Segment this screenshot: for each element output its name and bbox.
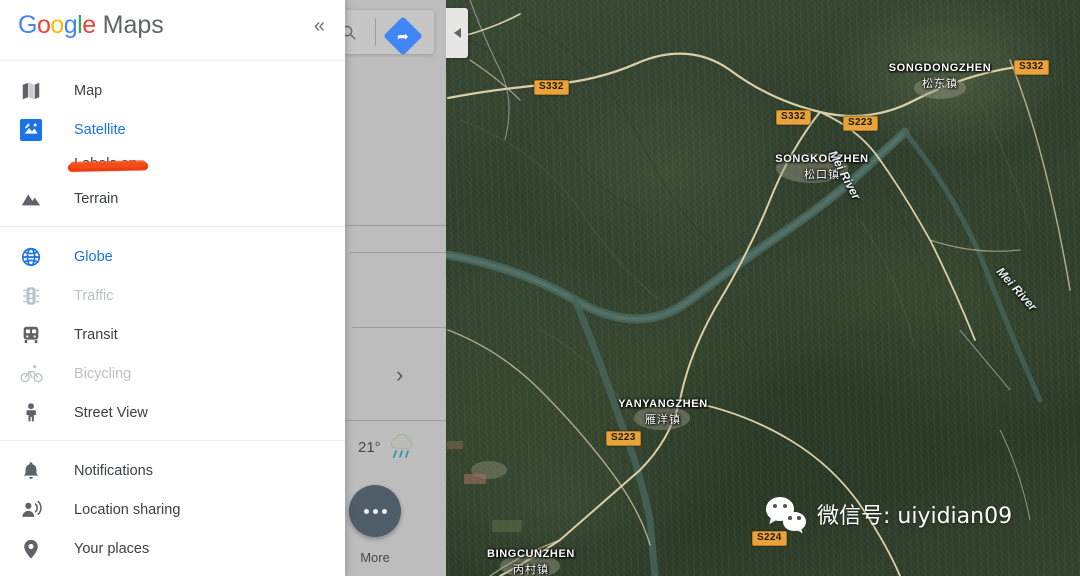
traffic-light-icon [20, 285, 54, 307]
location-sharing-icon [20, 499, 54, 521]
menu-item-label: Notifications [74, 462, 153, 479]
menu-item-label: Terrain [74, 190, 119, 207]
watermark-text: 微信号: uiyidian09 [817, 504, 1013, 529]
terrain-icon [20, 188, 54, 210]
logo-maps-word: Maps [102, 11, 164, 39]
menu-item-location-sharing[interactable]: Location sharing [0, 490, 345, 529]
menu-item-label: Transit [74, 326, 118, 343]
panel-divider [344, 420, 446, 421]
collapse-menu-button[interactable]: « [314, 16, 325, 36]
more-button-label: More [360, 550, 390, 565]
menu-item-notifications[interactable]: Notifications [0, 451, 345, 490]
menu-subitem-labels-on[interactable]: Labels on [0, 149, 345, 179]
menu-item-label: Your places [74, 540, 150, 557]
menu-item-globe[interactable]: Globe [0, 237, 345, 276]
menu-item-map[interactable]: Map [0, 71, 345, 110]
menu-item-label: Globe [74, 248, 113, 265]
menu-item-satellite[interactable]: Satellite [0, 110, 345, 149]
menu-item-your-places[interactable]: Your places [0, 529, 345, 568]
menu-item-terrain[interactable]: Terrain [0, 179, 345, 218]
pegman-street-view-icon [20, 402, 54, 424]
directions-arrow-icon: ➦ [397, 27, 409, 44]
layers-menu-panel: Google Maps « Map Satellite Terrain Glob… [0, 0, 345, 576]
panel-divider [350, 252, 446, 253]
menu-group-map-details: Globe Traffic Transit Bicycling Street V… [0, 227, 345, 441]
bicycle-icon [20, 363, 54, 385]
map-icon [20, 80, 54, 102]
weather-widget[interactable]: 21° [358, 434, 417, 460]
menu-item-label: Street View [74, 404, 148, 421]
expand-panel-chevron-icon[interactable]: › [396, 364, 403, 386]
menu-item-street-view[interactable]: Street View [0, 393, 345, 432]
map-panel-collapse-tab[interactable] [446, 8, 468, 58]
menu-group-account: Notifications Location sharing Your plac… [0, 441, 345, 576]
menu-item-transit[interactable]: Transit [0, 315, 345, 354]
map-pin-icon [20, 538, 54, 560]
rain-cloud-icon [390, 434, 412, 458]
google-maps-logo: Google Maps [18, 11, 164, 39]
collapse-left-triangle-icon [453, 28, 461, 38]
bell-icon [20, 460, 54, 482]
menu-header: Google Maps « [0, 0, 345, 61]
three-dots-icon [363, 508, 387, 514]
menu-item-label: Traffic [74, 287, 114, 304]
wechat-logo-icon [766, 497, 806, 531]
menu-item-label: Map [74, 82, 103, 99]
menu-item-label: Bicycling [74, 365, 132, 382]
menu-group-map-types: Map Satellite Labels on [0, 61, 345, 227]
globe-icon [20, 246, 54, 268]
screenshot-root: SONGDONGZHEN 松东镇 SONGKOUZHEN 松口镇 YANYANG… [0, 0, 1080, 576]
wechat-watermark: 微信号: uiyidian09 [766, 497, 1012, 531]
searchbar-divider [375, 18, 376, 46]
menu-item-label: Location sharing [74, 501, 181, 518]
menu-item-bicycling[interactable]: Bicycling [0, 354, 345, 393]
satellite-icon [20, 118, 54, 141]
panel-divider [352, 327, 446, 328]
menu-item-traffic[interactable]: Traffic [0, 276, 345, 315]
menu-item-label: Satellite [74, 121, 126, 138]
more-button[interactable] [349, 485, 401, 537]
weather-temperature: 21° [358, 438, 381, 456]
transit-train-icon [20, 324, 54, 346]
red-underline-annotation [67, 162, 149, 172]
